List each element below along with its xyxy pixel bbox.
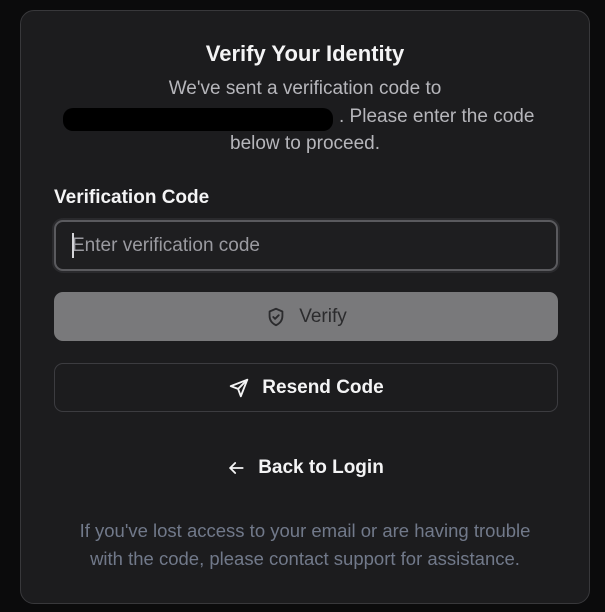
verification-code-input[interactable] <box>54 220 558 271</box>
shield-check-icon <box>265 306 287 328</box>
description-line-1: We've sent a verification code to <box>168 78 442 99</box>
support-help-text-line-2: with the code, please contact support fo… <box>90 548 520 569</box>
text-caret <box>72 233 74 258</box>
back-to-login-label: Back to Login <box>258 457 384 478</box>
description-line-2: . Please enter the code <box>339 106 535 127</box>
verify-button[interactable]: Verify <box>54 292 558 341</box>
support-help-text-line-1: If you've lost access to your email or a… <box>79 520 531 541</box>
resend-code-button[interactable]: Resend Code <box>54 363 558 412</box>
verification-code-label: Verification Code <box>54 187 210 208</box>
resend-code-label: Resend Code <box>262 376 384 398</box>
send-icon <box>228 377 250 399</box>
back-to-login-link[interactable]: Back to Login <box>21 457 589 479</box>
redacted-email <box>63 108 333 131</box>
description-line-3: below to proceed. <box>230 133 380 154</box>
arrow-left-icon <box>226 458 246 478</box>
verify-button-label: Verify <box>299 305 347 327</box>
page-title: Verify Your Identity <box>205 41 405 66</box>
verification-card: Verify Your Identity We've sent a verifi… <box>20 10 590 604</box>
